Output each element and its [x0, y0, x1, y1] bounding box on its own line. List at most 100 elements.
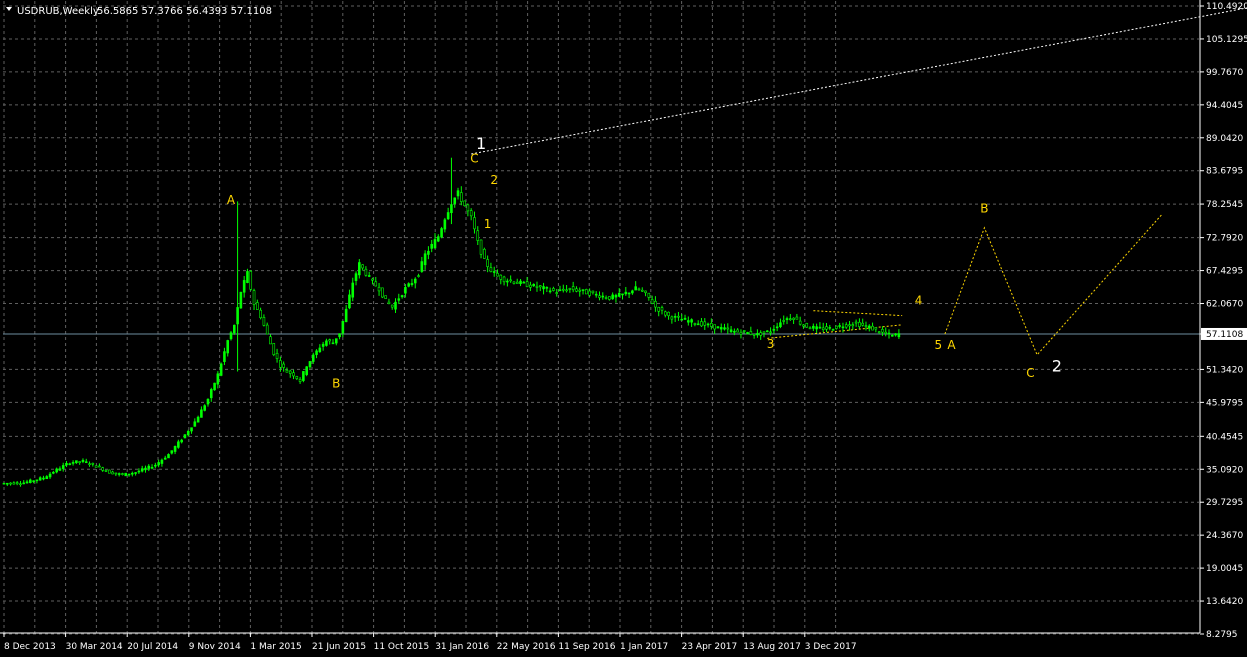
- candle-body: [22, 482, 26, 485]
- candle-body: [608, 296, 611, 300]
- candle-body: [423, 253, 427, 266]
- candle-body: [535, 285, 539, 288]
- candle-body: [581, 289, 585, 291]
- candle-body: [318, 347, 322, 352]
- candle-body: [229, 332, 233, 340]
- candle-body: [456, 190, 460, 197]
- candle-body: [75, 460, 78, 464]
- candle-body: [134, 472, 137, 474]
- candle-body: [101, 467, 104, 471]
- candle-body: [785, 318, 789, 321]
- x-tick-label: 11 Sep 2016: [558, 642, 615, 652]
- candle-body: [295, 376, 299, 379]
- candle-body: [726, 327, 730, 330]
- candle-body: [78, 461, 81, 463]
- candle-body: [502, 276, 506, 283]
- candle-body: [466, 204, 470, 212]
- candle-body: [446, 212, 450, 220]
- wave-label: 2: [490, 173, 498, 187]
- candle-body: [657, 307, 661, 312]
- wave-label: 1: [476, 134, 486, 153]
- wave-label: 5: [935, 338, 943, 352]
- candle-body: [486, 259, 489, 267]
- candle-body: [548, 290, 552, 293]
- candle-body: [601, 295, 605, 298]
- candle-body: [331, 342, 335, 345]
- candle-body: [798, 320, 802, 325]
- candle-body: [88, 463, 91, 466]
- candle-body: [585, 289, 588, 295]
- candle-body: [216, 373, 220, 385]
- candle-body: [298, 378, 302, 382]
- candle-body: [473, 217, 476, 230]
- candle-body: [48, 473, 52, 478]
- candle-body: [706, 323, 710, 326]
- candle-body: [683, 317, 687, 320]
- candle-body: [384, 295, 387, 299]
- y-tick-label: 35.0920: [1206, 465, 1243, 475]
- candle-body: [450, 204, 453, 214]
- candle-body: [206, 398, 210, 405]
- candle-body: [35, 479, 39, 482]
- candle-body: [272, 343, 276, 355]
- candle-body: [552, 288, 555, 291]
- candle-body: [321, 343, 325, 347]
- candle-body: [341, 320, 345, 334]
- candle-body: [344, 308, 348, 323]
- candle-body: [634, 286, 637, 291]
- candle-body: [792, 317, 795, 320]
- candle-body: [91, 462, 95, 465]
- candle-body: [571, 286, 575, 291]
- candle-body: [420, 261, 424, 272]
- candle-body: [223, 351, 226, 362]
- candle-body: [723, 327, 726, 330]
- price-chart[interactable]: ABC121345 ABC 2 110.4920105.129599.767094.…: [0, 0, 1247, 657]
- candle-body: [170, 450, 174, 454]
- candle-body: [578, 289, 582, 292]
- candle-body: [351, 282, 355, 298]
- candle-body: [348, 294, 351, 309]
- candle-body: [858, 322, 861, 327]
- candle-body: [157, 462, 160, 466]
- x-tick-label: 1 Mar 2015: [250, 642, 301, 652]
- candle-body: [2, 482, 6, 485]
- y-tick-label: 105.1295: [1206, 35, 1247, 45]
- candle-body: [700, 321, 703, 327]
- candle-body: [617, 292, 621, 297]
- candle-body: [219, 363, 223, 376]
- y-tick-label: 72.7920: [1206, 234, 1243, 244]
- candle-body: [285, 369, 289, 373]
- candle-body: [183, 434, 187, 439]
- x-tick-label: 22 May 2016: [497, 642, 556, 652]
- candle-body: [604, 297, 608, 299]
- candle-body: [736, 329, 739, 333]
- candle-body: [874, 327, 878, 330]
- candle-body: [111, 471, 114, 475]
- candle-body: [693, 323, 697, 325]
- candle-body: [677, 315, 680, 318]
- candle-body: [733, 330, 736, 333]
- candle-body: [631, 290, 634, 294]
- chart-window[interactable]: ABC121345ABC2 110.4920 105.1295 99.7670 94.…: [0, 0, 1247, 657]
- candle-body: [647, 292, 651, 298]
- candle-body: [5, 482, 9, 485]
- x-tick-label: 23 Apr 2017: [682, 642, 738, 652]
- candle-body: [256, 302, 259, 310]
- candle-body: [716, 326, 720, 329]
- y-tick-label: 78.2545: [1206, 200, 1243, 210]
- candle-body: [614, 294, 618, 298]
- y-tick-label: 94.4045: [1206, 101, 1243, 111]
- candle-body: [367, 275, 371, 277]
- candle-body: [163, 457, 167, 460]
- y-tick-label: 99.7670: [1206, 68, 1243, 78]
- candle-body: [838, 325, 841, 327]
- candle-body: [325, 340, 328, 346]
- x-tick-label: 8 Dec 2013: [4, 642, 56, 652]
- x-tick-label: 1 Jan 2017: [620, 642, 668, 652]
- candle-body: [160, 459, 164, 464]
- wave-label: B: [332, 376, 340, 390]
- candle-body: [861, 322, 864, 326]
- candle-body: [61, 465, 65, 469]
- x-tick-label: 21 Jun 2015: [312, 642, 366, 652]
- candle-body: [663, 311, 667, 316]
